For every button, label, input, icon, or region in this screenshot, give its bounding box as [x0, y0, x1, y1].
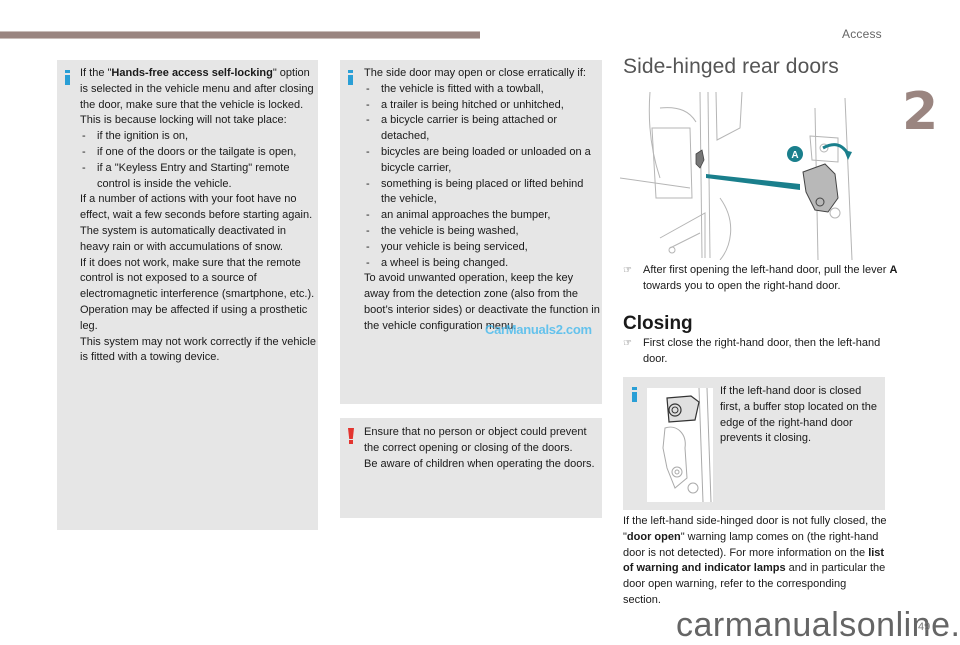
- text-run: your vehicle is being serviced,: [381, 240, 528, 253]
- list-item: - your vehicle is being serviced,: [364, 240, 600, 256]
- page-heading: Side-hinged rear doors: [623, 55, 839, 78]
- text-run: If the ": [80, 67, 112, 79]
- pointing-hand-icon: ☞: [623, 338, 632, 349]
- warning-text: Ensure that no person or object could pr…: [364, 425, 600, 472]
- list-item: - the vehicle is fitted with a towball,: [364, 82, 600, 98]
- paragraph: Ensure that no person or object could pr…: [364, 425, 600, 457]
- rotation-arrow: [822, 143, 850, 155]
- bullet-dash: -: [366, 240, 370, 253]
- text-run: The system is automatically deactivated …: [80, 224, 287, 253]
- text-run: a bicycle carrier is being attached or d…: [381, 114, 558, 143]
- section-title: Access: [842, 27, 882, 41]
- text-run: if the ignition is on,: [97, 130, 189, 143]
- bullet-dash: -: [366, 209, 370, 222]
- paragraph: If it does not work, make sure that the …: [80, 256, 316, 303]
- paragraph: Be aware of children when operating the …: [364, 457, 600, 473]
- info-text-buffer-stop: If the left-hand door is closed first, a…: [720, 385, 877, 445]
- list-item: - if one of the doors or the tailgate is …: [80, 145, 316, 161]
- step-open-right-door: ☞ After first opening the left-hand door…: [623, 263, 905, 295]
- door-open-warning-text: If the left-hand side-hinged door is not…: [623, 514, 887, 609]
- text-run: the vehicle is being washed,: [381, 224, 519, 237]
- bullet-dash: -: [366, 98, 370, 111]
- bullet-dash: -: [366, 114, 370, 127]
- bold-term: door open: [626, 530, 681, 543]
- page-number: 49: [918, 621, 931, 633]
- step-text: After first opening the left-hand door, …: [643, 264, 897, 292]
- text-run: This is because locking will not take pl…: [80, 114, 287, 127]
- bullet-dash: -: [82, 145, 86, 158]
- text-run: a trailer is being hitched or unhitched,: [381, 98, 564, 111]
- text-run: If it does not work, make sure that the …: [80, 256, 315, 301]
- info-text-side-door: The side door may open or close erratica…: [364, 66, 600, 335]
- text-run: Be aware of children when operating the …: [364, 457, 595, 470]
- bullet-dash: -: [82, 130, 86, 143]
- paragraph: Operation may be affected if using a pro…: [80, 303, 316, 335]
- bullet-dash: -: [366, 82, 370, 95]
- bold-term: A: [889, 264, 898, 276]
- warning-icon: [348, 428, 354, 444]
- lever-small: [695, 149, 705, 169]
- list-item: - the vehicle is being washed,: [364, 224, 600, 240]
- chapter-number: 2: [902, 82, 939, 142]
- list-item: - if a "Keyless Entry and Starting" remot…: [80, 161, 316, 193]
- paragraph: The side door may open or close erratica…: [364, 66, 600, 82]
- text-run: an animal approaches the bumper,: [381, 209, 551, 222]
- bold-term: Hands-free access self-locking: [111, 67, 273, 79]
- info-icon: [348, 70, 353, 85]
- text-run: towards you to open the right-hand door.: [643, 279, 841, 292]
- paragraph: The system is automatically deactivated …: [80, 224, 316, 256]
- text-run: something is being placed or lifted behi…: [381, 177, 584, 206]
- paragraph: If a number of actions with your foot ha…: [80, 192, 316, 224]
- text-run: bicycles are being loaded or unloaded on…: [381, 145, 591, 174]
- step-text: First close the right-hand door, then th…: [643, 337, 881, 365]
- text-run: This system may not work correctly if th…: [80, 335, 316, 364]
- bullet-dash: -: [366, 256, 370, 269]
- text-run: The side door may open or close erratica…: [364, 67, 586, 79]
- step-close-doors: ☞ First close the right-hand door, then …: [623, 336, 905, 368]
- list-item: -a wheel is being changed.: [364, 256, 600, 272]
- header-rule: [0, 31, 480, 39]
- list-item: -a trailer is being hitched or unhitched…: [364, 98, 600, 114]
- list-item: - an animal approaches the bumper,: [364, 208, 600, 224]
- text-run: if a "Keyless Entry and Starting" remote…: [97, 161, 290, 190]
- lever-a: [802, 163, 839, 213]
- bullet-dash: -: [366, 177, 370, 190]
- label-a: A: [791, 150, 798, 161]
- watermark-overlay: CarManuals2.com: [485, 322, 592, 337]
- list-item: - if the ignition is on,: [80, 129, 316, 145]
- rear-door-figure: A: [620, 91, 853, 260]
- text-run: if one of the doors or the tailgate is o…: [97, 145, 297, 158]
- pointer-arrow: [706, 174, 800, 190]
- text-run: After first opening the left-hand door, …: [643, 264, 890, 276]
- bullet-dash: -: [82, 161, 86, 174]
- buffer-stop-figure: [647, 388, 713, 502]
- list-item: -a bicycle carrier is being attached or …: [364, 113, 600, 145]
- text-run: a wheel is being changed.: [381, 256, 509, 269]
- info-icon: [65, 70, 70, 85]
- text-run: If a number of actions with your foot ha…: [80, 193, 313, 222]
- paragraph: If the "Hands-free access self-locking" …: [80, 66, 316, 113]
- info-icon: [632, 387, 637, 402]
- info-text-hands-free: If the "Hands-free access self-locking" …: [80, 66, 316, 366]
- text-run: the vehicle is fitted with a towball,: [381, 82, 544, 95]
- text-run: Operation may be affected if using a pro…: [80, 303, 308, 332]
- paragraph: This is because locking will not take pl…: [80, 113, 316, 129]
- bullet-dash: -: [366, 145, 370, 158]
- list-item: - something is being placed or lifted beh…: [364, 177, 600, 209]
- paragraph: This system may not work correctly if th…: [80, 335, 316, 367]
- list-item: - bicycles are being loaded or unloaded o…: [364, 145, 600, 177]
- pointing-hand-icon: ☞: [623, 265, 632, 276]
- text-run: Ensure that no person or object could pr…: [364, 426, 587, 454]
- bullet-dash: -: [366, 224, 370, 237]
- closing-heading: Closing: [623, 313, 693, 334]
